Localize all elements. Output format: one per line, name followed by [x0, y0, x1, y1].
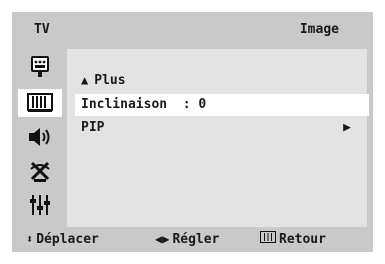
menu-item-plus[interactable]: ▲ Plus — [81, 69, 357, 91]
hint-adjust-label: Régler — [172, 232, 220, 247]
hint-adjust: ◀▶ Régler — [155, 227, 219, 252]
hint-move: ⬍ Déplacer — [26, 227, 99, 252]
menu-item-label: Plus — [94, 73, 126, 88]
hint-move-label: Déplacer — [36, 232, 99, 247]
menu-sidebar — [12, 49, 67, 227]
channel-icon[interactable] — [21, 157, 59, 185]
triangle-right-icon: ▶ — [343, 120, 351, 135]
menu-content: ▲ Plus Inclinaison : 0 PIP ▶ — [67, 49, 369, 227]
input-icon[interactable] — [21, 53, 59, 81]
osd-menu: TV Image ▲ Plus Inclinaison: 0 PIP ▶ ⬍ … — [12, 12, 373, 252]
left-right-icon: ◀▶ — [155, 232, 170, 246]
menu-footer: ⬍ Déplacer ◀▶ Régler Retour — [12, 227, 373, 252]
hint-back: Retour — [260, 227, 326, 252]
menu-item-label: Inclinaison : 0 — [81, 97, 207, 112]
sound-icon[interactable] — [21, 123, 59, 151]
hint-back-label: Retour — [279, 232, 326, 247]
menu-item-pip[interactable]: PIP ▶ — [81, 117, 357, 139]
triangle-up-icon: ▲ — [81, 73, 89, 87]
up-down-icon: ⬍ — [26, 232, 34, 246]
source-label: TV — [34, 22, 50, 37]
menu-header: TV Image — [12, 12, 373, 49]
menu-title: Image — [299, 22, 339, 37]
menu-icon — [260, 227, 276, 252]
menu-item-inclinaison[interactable]: Inclinaison : 0 — [75, 94, 369, 116]
menu-item-label: PIP — [81, 120, 105, 135]
picture-icon[interactable] — [18, 89, 62, 117]
setup-icon[interactable] — [21, 191, 59, 219]
